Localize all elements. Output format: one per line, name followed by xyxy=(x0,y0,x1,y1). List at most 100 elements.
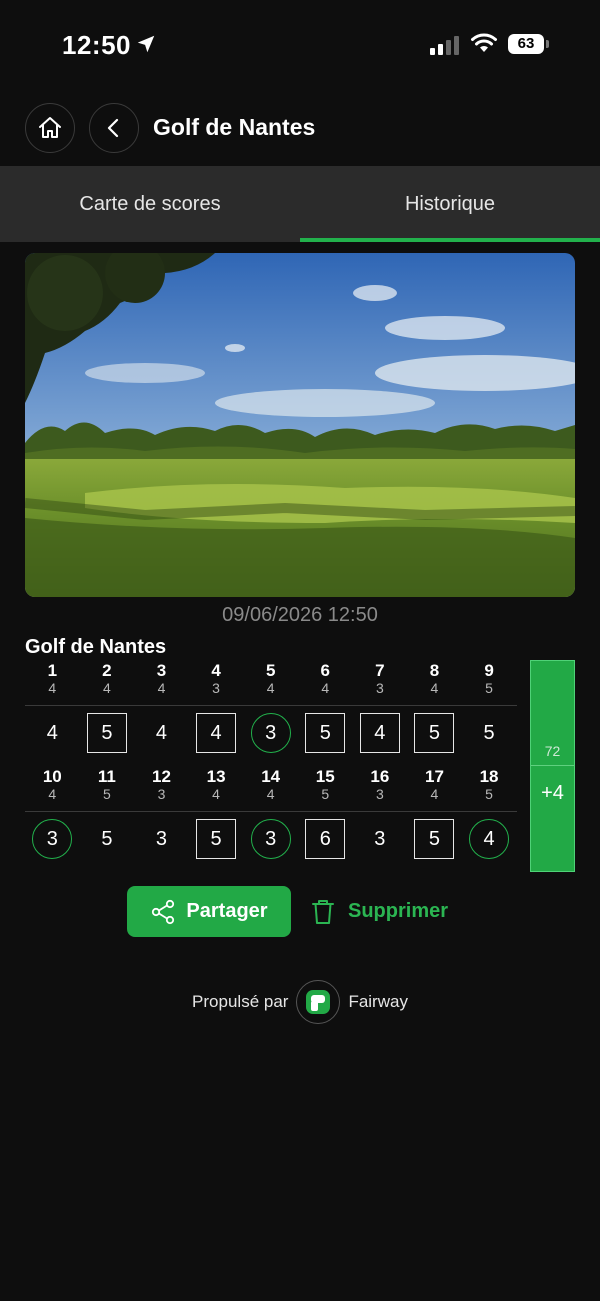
score-cell: 6 xyxy=(298,817,353,861)
tab-bar: Carte de scores Historique xyxy=(0,166,600,242)
tab-scorecard[interactable]: Carte de scores xyxy=(0,166,300,242)
chevron-left-icon xyxy=(107,118,119,138)
hole-par: 4 xyxy=(102,680,111,696)
hole-score: 6 xyxy=(305,819,346,859)
hole-par: 4 xyxy=(430,786,439,802)
hole-par: 4 xyxy=(266,680,275,696)
hole-number: 16 xyxy=(370,767,390,786)
hole-number: 2 xyxy=(102,661,112,680)
hole-score: 5 xyxy=(483,721,495,744)
hole-number: 6 xyxy=(320,661,330,680)
total-score-box: 72 +4 xyxy=(530,660,575,872)
hole-score: 3 xyxy=(374,827,386,850)
hole-score: 3 xyxy=(250,819,291,859)
hole-header: 15 5 xyxy=(298,768,353,808)
hole-number: 15 xyxy=(315,767,335,786)
score-cell: 4 xyxy=(25,711,80,755)
hole-score: 4 xyxy=(359,713,400,753)
hole-score: 3 xyxy=(32,819,73,859)
hole-score: 5 xyxy=(305,713,346,753)
score-cell: 4 xyxy=(189,711,244,755)
hole-header: 16 3 xyxy=(353,768,408,808)
share-icon xyxy=(152,899,175,924)
hole-header: 11 5 xyxy=(80,768,135,808)
hole-score: 4 xyxy=(155,721,168,744)
score-cell: 3 xyxy=(243,711,298,755)
hole-par: 4 xyxy=(266,786,275,802)
hole-par: 5 xyxy=(485,680,493,696)
battery-icon: 63 xyxy=(508,34,550,56)
score-cell: 5 xyxy=(189,817,244,861)
hole-header: 34 xyxy=(134,662,189,702)
hole-number: 14 xyxy=(261,767,281,786)
hole-par: 3 xyxy=(375,786,384,802)
hole-header: 84 xyxy=(407,662,462,702)
round-date: 09/06/2026 12:50 xyxy=(222,604,378,626)
page-title: Golf de Nantes xyxy=(153,114,316,140)
front-nine-holes: 142434435464738495 xyxy=(25,662,517,702)
hole-par: 4 xyxy=(48,680,57,696)
hole-header: 17 4 xyxy=(407,768,462,808)
score-cell: 5 xyxy=(462,711,517,755)
hole-header: 14 xyxy=(25,662,80,702)
hole-number: 12 xyxy=(152,767,171,786)
hole-score: 4 xyxy=(46,721,58,744)
hole-score: 3 xyxy=(250,713,291,753)
score-cell: 3 xyxy=(243,817,298,861)
delete-label: Supprimer xyxy=(348,900,449,922)
share-button[interactable]: Partager xyxy=(127,886,291,937)
total-par: 72 xyxy=(544,743,561,759)
hole-header: 13 4 xyxy=(189,768,244,808)
hole-number: 3 xyxy=(156,661,167,680)
tab-history[interactable]: Historique xyxy=(300,166,600,242)
score-cell: 3 xyxy=(353,817,408,861)
battery-level: 63 xyxy=(508,34,544,54)
hole-number: 7 xyxy=(375,661,385,680)
header: Golf de Nantes xyxy=(0,100,600,160)
hole-header: 43 xyxy=(189,662,244,702)
hole-par: 4 xyxy=(430,680,439,696)
course-photo xyxy=(25,253,575,597)
hole-header: 14 4 xyxy=(243,768,298,808)
hole-header: 73 xyxy=(353,662,408,702)
hole-score: 3 xyxy=(155,827,168,850)
score-cell: 5 xyxy=(80,817,135,861)
back-nine-scores: 353536354 xyxy=(25,817,517,859)
fairway-logo-icon xyxy=(296,980,341,1024)
trash-icon xyxy=(312,899,334,924)
hole-par: 5 xyxy=(102,786,111,802)
powered-by-label: Propulsé par xyxy=(192,992,289,1011)
hole-par: 5 xyxy=(485,786,493,802)
status-time: 12:50 xyxy=(62,30,131,60)
score-cell: 3 xyxy=(134,817,189,861)
hole-number: 1 xyxy=(47,661,58,680)
hole-header: 54 xyxy=(243,662,298,702)
front-nine-scores: 454435455 xyxy=(25,711,517,753)
hole-score: 5 xyxy=(101,827,113,850)
back-button[interactable] xyxy=(89,103,139,153)
hole-number: 17 xyxy=(424,767,444,786)
powered-by: Propulsé par Fairway xyxy=(0,980,600,1024)
hole-number: 18 xyxy=(479,767,499,786)
wifi-icon xyxy=(471,33,497,52)
hole-header: 12 3 xyxy=(134,768,189,808)
hole-score: 5 xyxy=(196,819,237,859)
hole-par: 4 xyxy=(48,786,57,802)
delete-button[interactable]: Supprimer xyxy=(310,886,448,937)
hole-header: 18 5 xyxy=(462,768,517,808)
score-cell: 4 xyxy=(353,711,408,755)
back-nine-holes: 10 4 11 5 12 3 13 4 14 4 15 5 16 3 17 4 18 5 xyxy=(25,768,517,808)
hole-par: 3 xyxy=(212,680,220,696)
hole-header: 64 xyxy=(298,662,353,702)
hole-par: 4 xyxy=(157,680,166,696)
score-cell: 5 xyxy=(407,711,462,755)
brand-name: Fairway xyxy=(348,992,408,1011)
home-button[interactable] xyxy=(25,103,75,153)
score-cell: 5 xyxy=(407,817,462,861)
hole-score: 4 xyxy=(196,713,237,753)
score-cell: 4 xyxy=(134,711,189,755)
total-over-par: +4 xyxy=(541,782,564,804)
hole-score: 5 xyxy=(414,819,455,859)
hole-number: 11 xyxy=(97,767,116,786)
hole-header: 10 4 xyxy=(25,768,80,808)
